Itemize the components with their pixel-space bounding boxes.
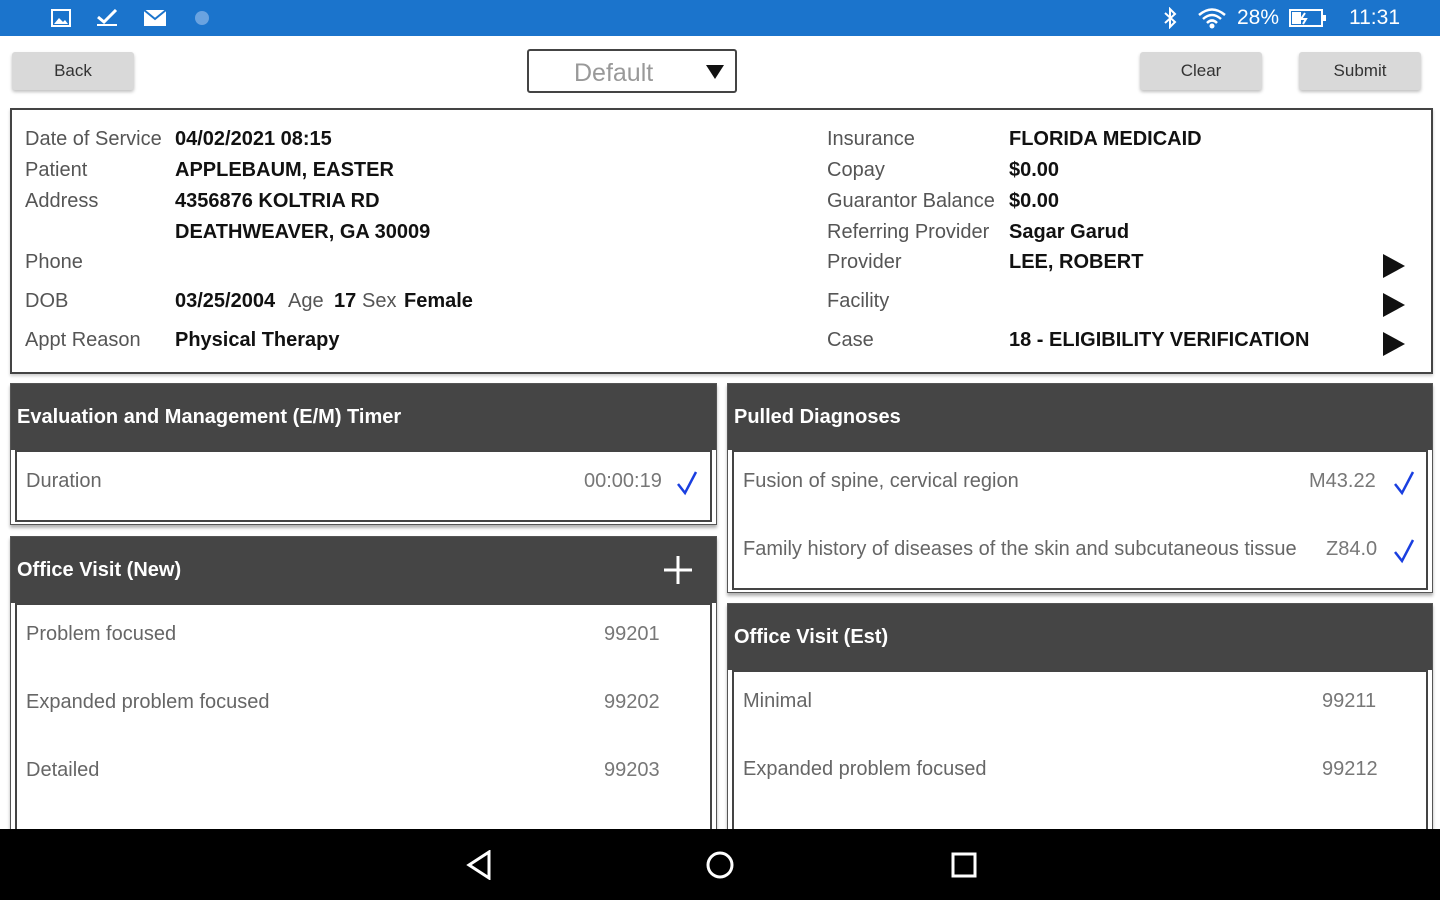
duration-value: 00:00:19	[584, 470, 662, 492]
office-visit-new-title: Office Visit (New)	[11, 537, 716, 603]
case-label: Case	[827, 329, 874, 351]
list-item[interactable]: Expanded problem focused 99212	[734, 740, 1426, 808]
visit-code: 99202	[604, 691, 660, 713]
add-icon[interactable]	[663, 555, 693, 585]
patient-name: APPLEBAUM, EASTER	[175, 159, 394, 181]
dropdown-arrow-icon	[706, 65, 724, 79]
case-expand-icon[interactable]	[1383, 332, 1405, 356]
submit-button[interactable]: Submit	[1299, 52, 1421, 90]
clock: 11:31	[1349, 6, 1400, 29]
back-nav-icon[interactable]	[461, 847, 497, 883]
address-line2: DEATHWEAVER, GA 30009	[175, 221, 431, 243]
sync-icon	[192, 8, 212, 28]
back-button[interactable]: Back	[12, 52, 134, 90]
list-item[interactable]: Minimal 99211	[734, 672, 1426, 740]
age-value: 17	[334, 290, 357, 312]
home-nav-icon[interactable]	[702, 847, 738, 883]
provider-label: Provider	[827, 251, 902, 273]
clear-button[interactable]: Clear	[1140, 52, 1262, 90]
provider-expand-icon[interactable]	[1383, 254, 1405, 278]
em-timer-title: Evaluation and Management (E/M) Timer	[11, 384, 716, 450]
visit-name: Minimal	[743, 690, 812, 712]
sex-label: Sex	[362, 290, 397, 312]
em-timer-body: Duration 00:00:19	[15, 450, 712, 522]
appt-reason-value: Physical Therapy	[175, 329, 340, 351]
em-timer-card: Evaluation and Management (E/M) Timer Du…	[10, 383, 717, 525]
visit-name: Problem focused	[26, 623, 177, 645]
dob-label: DOB	[25, 290, 69, 312]
diagnosis-code: Z84.0	[1326, 538, 1378, 560]
patient-info-panel: Date of Service 04/02/2021 08:15 Patient…	[10, 108, 1433, 374]
age-label: Age	[288, 290, 324, 312]
patient-label: Patient	[25, 159, 88, 181]
facility-expand-icon[interactable]	[1383, 293, 1405, 317]
date-of-service-value: 04/02/2021 08:15	[175, 128, 332, 150]
visit-code: 99203	[604, 759, 660, 781]
phone-label: Phone	[25, 251, 83, 273]
address-line1: 4356876 KOLTRIA RD	[175, 190, 380, 212]
diagnosis-name: Family history of diseases of the skin a…	[743, 538, 1297, 560]
check-icon	[95, 8, 119, 28]
address-label: Address	[25, 190, 99, 212]
duration-label: Duration	[26, 470, 102, 492]
insurance-label: Insurance	[827, 128, 915, 150]
visit-code: 99211	[1322, 690, 1377, 712]
duration-check-icon[interactable]	[676, 470, 698, 496]
pulled-diagnoses-body: Fusion of spine, cervical region M43.22 …	[732, 450, 1428, 590]
facility-label: Facility	[827, 290, 890, 312]
office-visit-est-body: Minimal 99211 Expanded problem focused 9…	[732, 670, 1428, 850]
list-item[interactable]: Expanded problem focused 99202	[17, 673, 710, 741]
bluetooth-icon	[1160, 7, 1180, 29]
office-visit-new-body: Problem focused 99201 Expanded problem f…	[15, 603, 712, 843]
navigation-bar	[0, 829, 1440, 900]
dob-value: 03/25/2004	[175, 290, 276, 312]
pulled-diagnoses-card: Pulled Diagnoses Fusion of spine, cervic…	[727, 383, 1433, 593]
insurance-value: FLORIDA MEDICAID	[1009, 128, 1202, 150]
guarantor-balance-value: $0.00	[1009, 190, 1060, 212]
pulled-diagnoses-title: Pulled Diagnoses	[728, 384, 1432, 450]
list-item[interactable]: Detailed 99203	[17, 741, 710, 809]
diagnosis-check-icon[interactable]	[1393, 470, 1415, 496]
diagnosis-check-icon[interactable]	[1393, 538, 1415, 564]
sex-value: Female	[404, 290, 473, 312]
recents-nav-icon[interactable]	[946, 847, 982, 883]
provider-value: LEE, ROBERT	[1009, 251, 1144, 273]
appt-reason-label: Appt Reason	[25, 329, 141, 351]
status-bar: 28% 11:31	[0, 0, 1440, 36]
visit-name: Expanded problem focused	[743, 758, 987, 780]
visit-name: Expanded problem focused	[26, 691, 270, 713]
visit-code: 99212	[1322, 758, 1378, 780]
battery-percent: 28%	[1237, 6, 1280, 29]
visit-name: Detailed	[26, 759, 100, 781]
date-of-service-label: Date of Service	[25, 128, 162, 150]
battery-icon	[1288, 8, 1328, 28]
copay-value: $0.00	[1009, 159, 1060, 181]
list-item[interactable]: Fusion of spine, cervical region M43.22	[734, 452, 1426, 520]
template-select-value: Default	[574, 59, 654, 87]
visit-code: 99201	[604, 623, 660, 645]
template-select[interactable]: Default	[527, 49, 737, 93]
list-item[interactable]: Family history of diseases of the skin a…	[734, 520, 1426, 588]
copay-label: Copay	[827, 159, 885, 181]
list-item[interactable]: Problem focused 99201	[17, 605, 710, 673]
wifi-icon	[1196, 8, 1228, 29]
referring-provider-label: Referring Provider	[827, 221, 990, 243]
case-value: 18 - ELIGIBILITY VERIFICATION	[1009, 329, 1310, 351]
referring-provider-value: Sagar Garud	[1009, 221, 1130, 243]
diagnosis-name: Fusion of spine, cervical region	[743, 470, 1019, 492]
office-visit-est-title: Office Visit (Est)	[728, 604, 1432, 670]
guarantor-balance-label: Guarantor Balance	[827, 190, 995, 212]
office-visit-new-card: Office Visit (New) Problem focused 99201…	[10, 536, 717, 843]
mail-icon	[142, 8, 168, 28]
image-icon	[50, 8, 72, 28]
office-visit-est-card: Office Visit (Est) Minimal 99211 Expande…	[727, 603, 1433, 850]
diagnosis-code: M43.22	[1309, 470, 1376, 492]
